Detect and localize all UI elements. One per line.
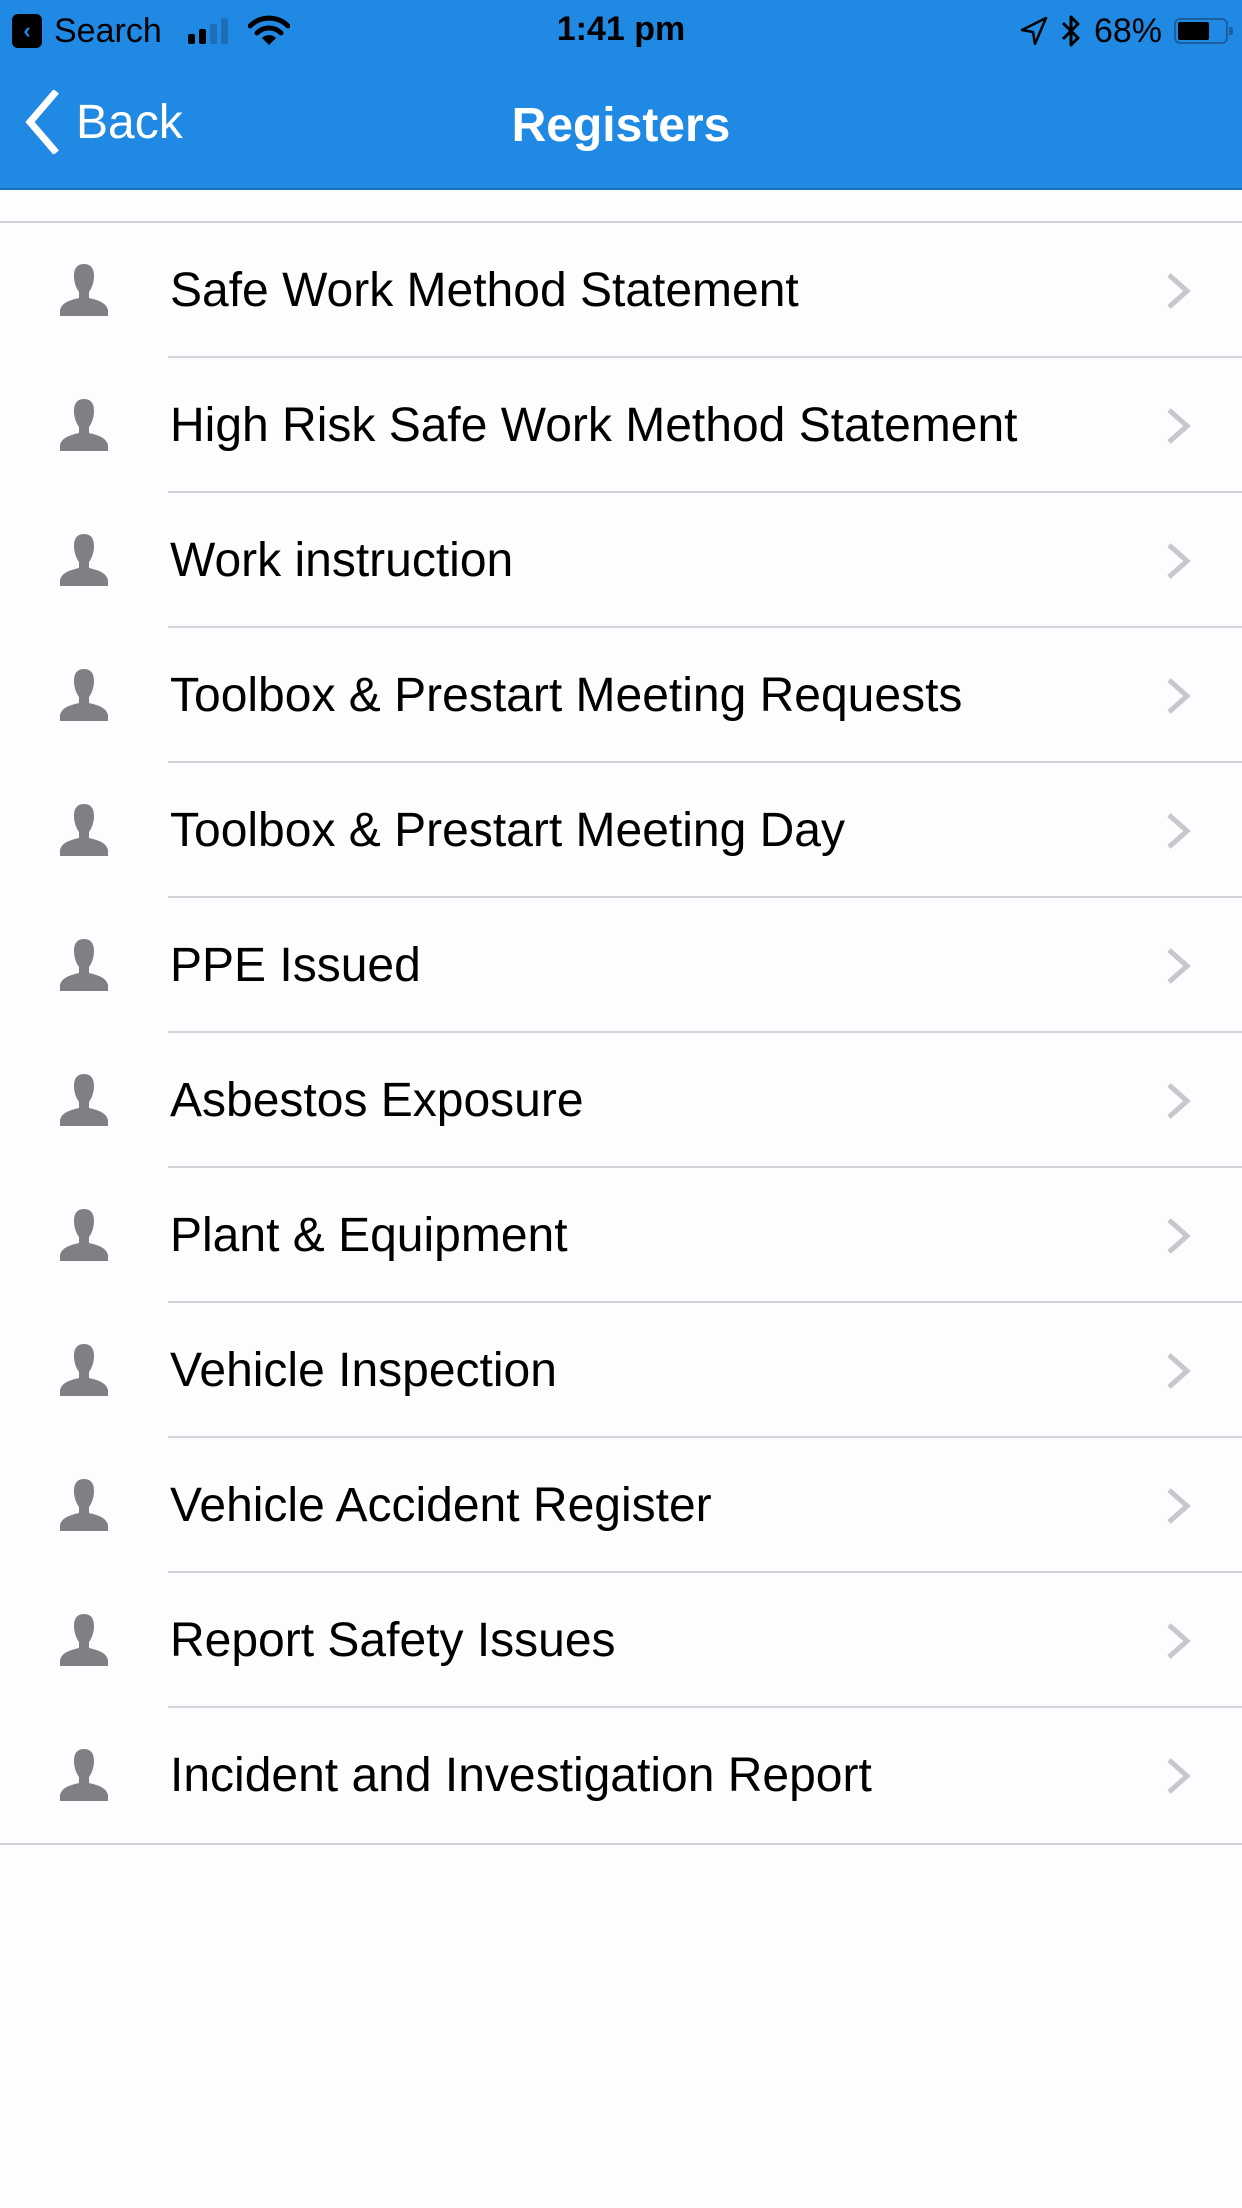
list-item-label: Incident and Investigation Report [170,1749,872,1802]
chevron-right-icon [1167,1488,1191,1524]
list-item[interactable]: Asbestos Exposure [0,1033,1242,1168]
list-item[interactable]: Work instruction [0,493,1242,628]
location-icon [1020,16,1048,46]
person-icon [60,1344,108,1396]
navigation-bar: Back Registers [0,62,1242,188]
chevron-right-icon [1167,408,1191,444]
list-item[interactable]: High Risk Safe Work Method Statement [0,358,1242,493]
chevron-right-icon [1167,1083,1191,1119]
person-icon [60,669,108,721]
person-icon [60,939,108,991]
list-item[interactable]: Vehicle Accident Register [0,1438,1242,1573]
person-icon [60,1074,108,1126]
list-item[interactable]: Report Safety Issues [0,1573,1242,1708]
list-item[interactable]: Toolbox & Prestart Meeting Day [0,763,1242,898]
chevron-right-icon [1167,1623,1191,1659]
list-item-label: Vehicle Inspection [170,1344,557,1397]
status-bar: ‹ Search 1:41 pm 68% [0,0,1242,62]
battery-icon [1174,18,1233,44]
battery-percent: 68% [1093,11,1162,50]
chevron-right-icon [1167,1218,1191,1254]
status-right: 68% [1020,10,1233,52]
list-item-label: Work instruction [170,534,514,587]
person-icon [60,1209,108,1261]
list-item-label: Report Safety Issues [170,1614,616,1667]
list-item-label: Safe Work Method Statement [170,264,799,317]
list-item-label: Toolbox & Prestart Meeting Requests [170,669,963,722]
person-icon [60,534,108,586]
list-item[interactable]: Vehicle Inspection [0,1303,1242,1438]
bluetooth-icon [1061,15,1080,47]
chevron-right-icon [1167,273,1191,309]
chevron-right-icon [1167,948,1191,984]
page-title: Registers [511,99,731,152]
list-item-label: High Risk Safe Work Method Statement [170,399,1018,452]
chevron-right-icon [1167,1758,1191,1794]
header: ‹ Search 1:41 pm 68% Back Registers [0,0,1242,190]
list-item-label: PPE Issued [170,939,421,992]
list-item[interactable]: Incident and Investigation Report [0,1708,1242,1843]
list-item-label: Toolbox & Prestart Meeting Day [170,804,845,857]
person-icon [60,264,108,316]
person-icon [60,1614,108,1666]
chevron-right-icon [1167,543,1191,579]
list-item-label: Vehicle Accident Register [170,1479,712,1532]
list-item[interactable]: Safe Work Method Statement [0,223,1242,358]
list-item-label: Asbestos Exposure [170,1074,584,1127]
battery-level [1178,22,1210,40]
chevron-right-icon [1167,1353,1191,1389]
chevron-right-icon [1167,678,1191,714]
registers-list: Safe Work Method Statement High Risk Saf… [0,221,1242,1845]
person-icon [60,804,108,856]
list-item[interactable]: PPE Issued [0,898,1242,1033]
list-item[interactable]: Toolbox & Prestart Meeting Requests [0,628,1242,763]
chevron-right-icon [1167,813,1191,849]
person-icon [60,1479,108,1531]
person-icon [60,1749,108,1801]
list-item-label: Plant & Equipment [170,1209,568,1262]
list-item[interactable]: Plant & Equipment [0,1168,1242,1303]
person-icon [60,399,108,451]
